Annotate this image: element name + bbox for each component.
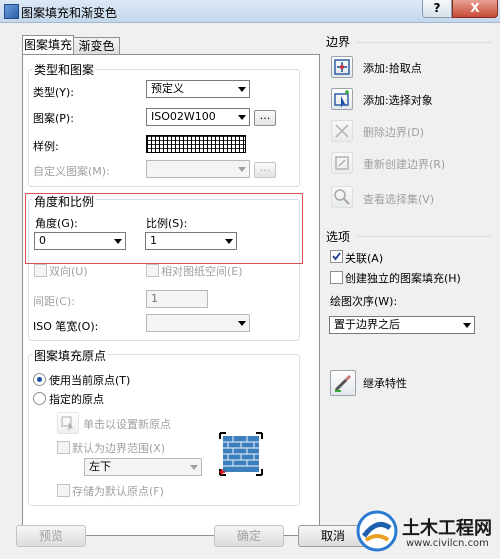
pattern-swatch[interactable] <box>146 135 246 153</box>
custom-pattern-browse-button[interactable]: ... <box>254 162 276 178</box>
watermark-logo-icon <box>356 510 398 552</box>
recreate-boundary-label: 重新创建边界(R) <box>363 158 446 171</box>
add-select-objects-button[interactable] <box>331 88 353 110</box>
select-objects-icon <box>334 90 349 108</box>
create-separate-checkbox[interactable] <box>330 271 343 284</box>
pick-point-icon <box>334 59 350 75</box>
default-extent-label: 默认为边界范围(X) <box>72 442 166 455</box>
close-button[interactable]: X <box>452 0 498 18</box>
preview-button[interactable]: 预览 <box>16 525 86 547</box>
chevron-down-icon <box>238 87 246 92</box>
origin-position-dropdown[interactable]: 左下 <box>84 458 202 476</box>
brick-pattern-icon <box>219 432 263 476</box>
tab-hatch[interactable]: 图案填充 <box>22 35 74 54</box>
draw-order-dropdown[interactable]: 置于边界之后 <box>329 316 475 334</box>
pattern-browse-button[interactable]: ... <box>254 110 276 126</box>
double-checkbox[interactable] <box>34 264 47 277</box>
create-separate-label: 创建独立的图案填充(H) <box>345 272 461 285</box>
relative-paper-label: 相对图纸空间(E) <box>161 265 243 278</box>
associative-label: 关联(A) <box>345 252 384 265</box>
remove-boundaries-button[interactable] <box>331 120 353 142</box>
custom-pattern-dropdown[interactable] <box>146 160 250 178</box>
pattern-dropdown[interactable]: ISO02W100 <box>146 108 250 126</box>
origin-group-label: 图案填充原点 <box>32 347 109 364</box>
chevron-down-icon <box>190 465 198 470</box>
chevron-down-icon <box>238 321 246 326</box>
watermark-url: www.civilcn.com <box>406 538 489 549</box>
set-origin-button[interactable] <box>57 412 79 434</box>
inherit-properties-button[interactable] <box>330 370 356 396</box>
use-current-origin-radio[interactable] <box>33 373 46 386</box>
watermark: 土木工程网 www.civilcn.com <box>352 506 500 559</box>
type-pattern-group-label: 类型和图案 <box>32 61 97 78</box>
specified-origin-label: 指定的原点 <box>49 393 104 406</box>
remove-boundaries-label: 删除边界(D) <box>363 126 425 139</box>
chevron-down-icon <box>238 167 246 172</box>
crosshair-icon <box>61 416 73 431</box>
app-icon <box>4 4 19 19</box>
angle-label: 角度(G): <box>35 217 78 230</box>
associative-checkbox[interactable] <box>330 250 343 263</box>
boundaries-divider <box>356 42 492 43</box>
pattern-label: 图案(P): <box>33 112 74 125</box>
window-title: 图案填充和渐变色 <box>21 6 118 20</box>
ok-button[interactable]: 确定 <box>214 525 284 547</box>
custom-pattern-label: 自定义图案(M): <box>33 165 110 178</box>
set-origin-label: 单击以设置新原点 <box>83 418 171 431</box>
origin-preview-image <box>219 432 263 476</box>
view-selections-button[interactable] <box>331 186 353 208</box>
inherit-properties-label: 继承特性 <box>363 377 407 390</box>
remove-boundary-icon <box>335 124 349 138</box>
options-group-label: 选项 <box>326 230 351 244</box>
options-divider <box>356 236 492 237</box>
store-default-label: 存储为默认原点(F) <box>72 485 164 498</box>
checkmark-icon <box>332 252 341 261</box>
recreate-boundary-icon <box>335 156 349 170</box>
scale-dropdown[interactable]: 1 <box>145 232 237 250</box>
spacing-input[interactable]: 1 <box>146 290 208 308</box>
view-selections-label: 查看选择集(V) <box>363 193 435 206</box>
chevron-down-icon <box>463 323 471 328</box>
magnifier-icon <box>334 189 350 205</box>
add-pick-points-label: 添加:拾取点 <box>363 62 422 75</box>
add-pick-points-button[interactable] <box>331 56 353 78</box>
store-default-checkbox[interactable] <box>57 484 70 497</box>
scale-label: 比例(S): <box>146 217 188 230</box>
iso-pen-dropdown[interactable] <box>146 314 250 332</box>
chevron-down-icon <box>238 115 246 120</box>
chevron-down-icon <box>114 239 122 244</box>
recreate-boundary-button[interactable] <box>331 152 353 174</box>
type-label: 类型(Y): <box>33 86 75 99</box>
boundaries-group-label: 边界 <box>326 35 351 49</box>
use-current-origin-label: 使用当前原点(T) <box>49 374 131 387</box>
default-extent-checkbox[interactable] <box>57 441 70 454</box>
draw-order-label: 绘图次序(W): <box>330 295 398 308</box>
paintbrush-icon <box>334 374 352 392</box>
watermark-name: 土木工程网 <box>402 518 492 539</box>
swatch-label: 样例: <box>33 140 59 153</box>
add-select-objects-label: 添加:选择对象 <box>363 94 433 107</box>
relative-paper-checkbox[interactable] <box>146 264 159 277</box>
iso-pen-label: ISO 笔宽(O): <box>33 320 99 333</box>
tab-gradient[interactable]: 渐变色 <box>73 37 120 54</box>
spacing-label: 间距(C): <box>33 295 75 308</box>
type-dropdown[interactable]: 预定义 <box>146 80 250 98</box>
specified-origin-radio[interactable] <box>33 392 46 405</box>
chevron-down-icon <box>225 239 233 244</box>
double-label: 双向(U) <box>49 265 88 278</box>
angle-dropdown[interactable]: 0 <box>34 232 126 250</box>
help-button[interactable]: ? <box>422 0 452 18</box>
